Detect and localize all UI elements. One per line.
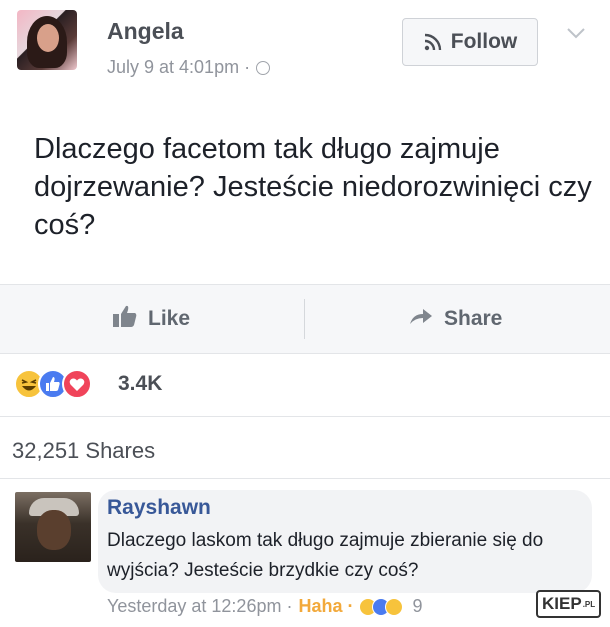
chevron-down-icon[interactable]	[566, 26, 586, 40]
reaction-count[interactable]: 3.4K	[118, 372, 162, 396]
comment-timestamp[interactable]: Yesterday at 12:26pm ·	[107, 596, 292, 617]
share-button[interactable]: Share	[408, 285, 502, 353]
post-text: Dlaczego facetom tak długo zajmuje dojrz…	[34, 133, 592, 241]
comment-reaction-count[interactable]: 9	[412, 596, 422, 617]
comment-text: Dlaczego laskom tak długo zajmuje zbiera…	[107, 530, 544, 581]
avatar-face	[37, 510, 71, 550]
author-avatar[interactable]	[17, 10, 77, 70]
watermark-logo: KIEP .PL	[536, 590, 602, 618]
follow-button[interactable]: Follow	[402, 18, 538, 66]
globe-icon	[256, 60, 271, 75]
love-reaction-icon	[62, 369, 92, 399]
like-button[interactable]: Like	[112, 285, 190, 353]
action-divider	[304, 299, 305, 339]
post-meta: July 9 at 4:01pm ·	[107, 57, 271, 78]
reaction-icons[interactable]	[14, 369, 92, 399]
post-author-name[interactable]: Angela	[107, 18, 184, 45]
divider	[0, 416, 610, 417]
watermark-name: KIEP	[542, 594, 582, 613]
action-bar: Like Share	[0, 284, 610, 354]
thumbs-up-icon	[112, 304, 138, 334]
haha-reaction-link[interactable]: Haha ·	[298, 596, 353, 617]
share-arrow-icon	[408, 306, 434, 332]
comment-meta: Yesterday at 12:26pm · Haha · 9	[107, 596, 422, 617]
like-label: Like	[148, 307, 191, 330]
wow-reaction-icon	[385, 597, 404, 616]
follow-label: Follow	[450, 30, 518, 53]
commenter-avatar[interactable]	[15, 492, 91, 562]
share-count[interactable]: 32,251 Shares	[12, 438, 155, 464]
share-label: Share	[444, 307, 503, 330]
avatar-face	[37, 24, 59, 52]
comment-reactions[interactable]	[359, 597, 404, 616]
watermark-suffix: .PL	[582, 599, 596, 609]
post-timestamp[interactable]: July 9 at 4:01pm ·	[107, 57, 250, 78]
comment-author-name[interactable]: Rayshawn	[107, 496, 211, 520]
rss-icon	[423, 32, 443, 52]
divider	[0, 478, 610, 479]
